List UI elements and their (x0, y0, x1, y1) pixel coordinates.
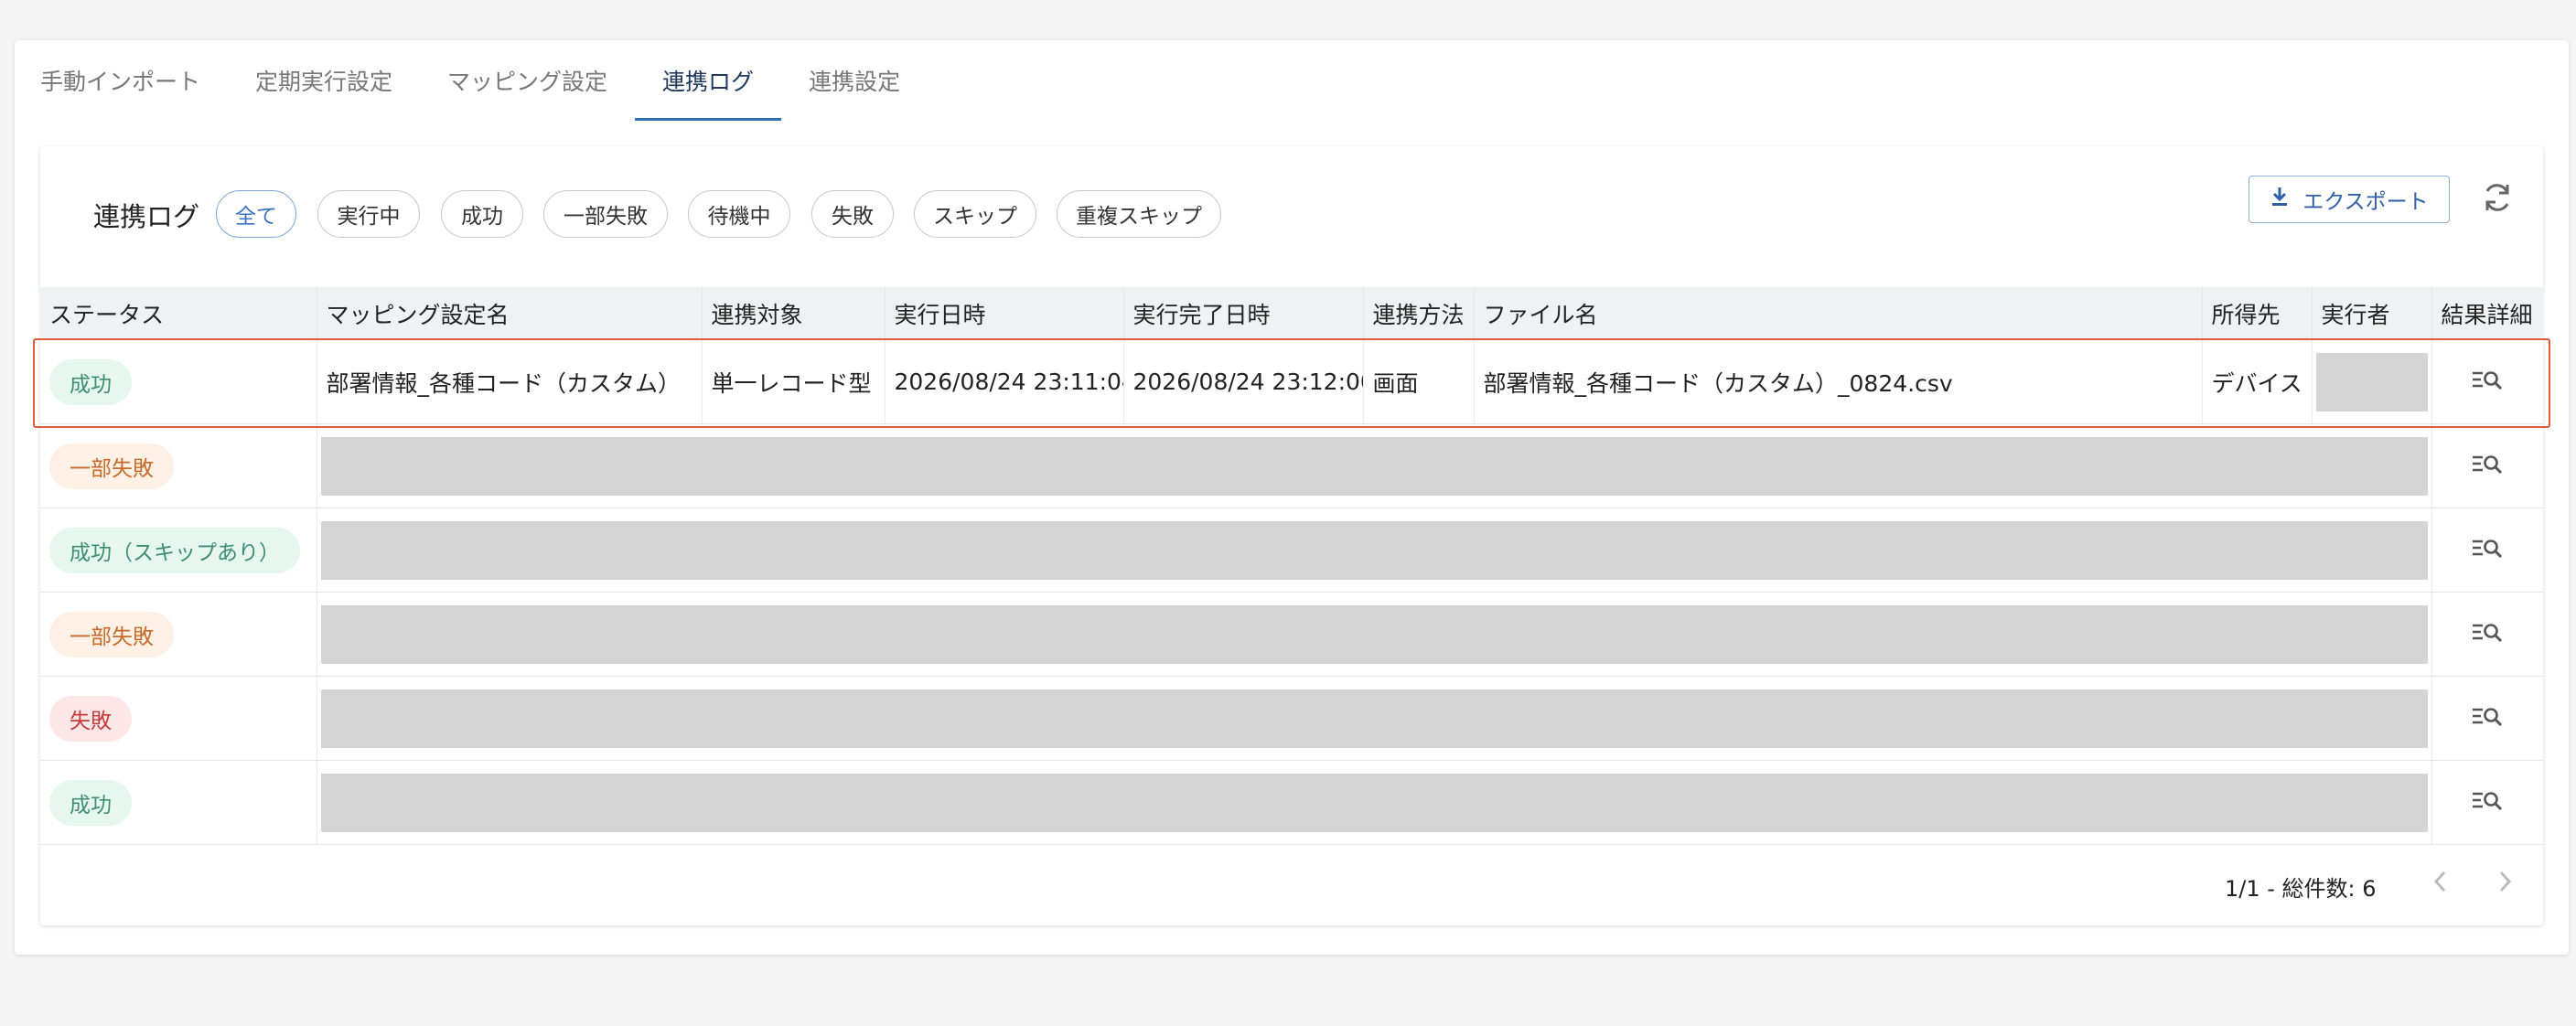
result-detail-icon[interactable] (2469, 702, 2506, 735)
export-button[interactable]: エクスポート (2249, 176, 2450, 223)
status-badge: 失敗 (49, 695, 132, 742)
tab-integration-log[interactable]: 連携ログ (635, 40, 782, 121)
table-row[interactable]: 一部失敗 (40, 592, 2543, 677)
next-page-button[interactable] (2486, 867, 2523, 900)
status-badge: 成功 (49, 779, 132, 826)
cell-detail (2431, 676, 2543, 761)
refresh-icon (2480, 180, 2515, 219)
status-badge: 一部失敗 (49, 611, 174, 657)
column-header-executed-at[interactable]: 実行日時 (885, 287, 1124, 340)
redacted-cells (317, 592, 2432, 677)
column-header-target[interactable]: 連携対象 (702, 287, 886, 340)
column-header-completed-at[interactable]: 実行完了日時 (1123, 287, 1364, 340)
redacted-cells (317, 423, 2432, 508)
table-row[interactable]: 失敗 (40, 676, 2543, 761)
cell-source: デバイス (2202, 340, 2313, 424)
redacted-cells (317, 676, 2432, 761)
column-header-mapping[interactable]: マッピング設定名 (317, 287, 703, 340)
filter-chip-failed[interactable]: 失敗 (811, 190, 894, 238)
cell-detail (2431, 423, 2543, 508)
filter-chip-waiting[interactable]: 待機中 (688, 190, 790, 238)
cell-detail (2431, 760, 2543, 845)
redacted-block (320, 604, 2428, 664)
chevron-right-icon (2496, 869, 2514, 898)
filter-chip-partial-failure[interactable]: 一部失敗 (543, 190, 668, 238)
result-detail-icon[interactable] (2469, 786, 2506, 819)
result-detail-icon[interactable] (2469, 618, 2506, 651)
cell-target: 単一レコード型 (702, 340, 886, 424)
status-badge: 成功（スキップあり） (49, 527, 300, 573)
filter-chip-duplicate-skip[interactable]: 重複スキップ (1057, 190, 1221, 238)
table-row[interactable]: 成功（スキップあり） (40, 508, 2543, 593)
result-detail-icon[interactable] (2469, 534, 2506, 567)
status-badge: 一部失敗 (49, 443, 174, 489)
column-header-executor[interactable]: 実行者 (2312, 287, 2432, 340)
tab-scheduled-run[interactable]: 定期実行設定 (228, 40, 420, 121)
column-header-detail[interactable]: 結果詳細 (2431, 287, 2543, 340)
redacted-block (320, 436, 2428, 496)
filter-chip-all[interactable]: 全て (216, 190, 296, 238)
column-header-method[interactable]: 連携方法 (1363, 287, 1475, 340)
cell-detail (2431, 592, 2543, 677)
tab-bar: 手動インポート 定期実行設定 マッピング設定 連携ログ 連携設定 (15, 40, 928, 121)
table-header-row: ステータス マッピング設定名 連携対象 実行日時 実行完了日時 連携方法 ファイ… (40, 287, 2543, 340)
pagination-summary: 1/1 - 総件数: 6 (2225, 876, 2377, 902)
section-title: 連携ログ (93, 201, 200, 232)
tab-integration-settings[interactable]: 連携設定 (781, 40, 928, 121)
table-row[interactable]: 成功 部署情報_各種コード（カスタム） 単一レコード型 2026/08/24 2… (40, 340, 2543, 424)
cell-mapping: 部署情報_各種コード（カスタム） (317, 340, 703, 424)
filter-chip-running[interactable]: 実行中 (317, 190, 420, 238)
filter-chip-skip[interactable]: スキップ (914, 190, 1036, 238)
cell-completed-at: 2026/08/24 23:12:00 (1123, 340, 1364, 424)
redacted-block (320, 689, 2428, 748)
redacted-cells (317, 508, 2432, 593)
cell-detail (2431, 508, 2543, 593)
column-header-source[interactable]: 所得先 (2202, 287, 2313, 340)
refresh-button[interactable] (2477, 179, 2517, 219)
tab-manual-import[interactable]: 手動インポート (15, 40, 228, 121)
log-card: 連携ログ 全て 実行中 成功 一部失敗 待機中 失敗 スキップ 重複スキップ エ… (40, 146, 2543, 925)
cell-detail (2431, 340, 2543, 424)
filter-chip-success[interactable]: 成功 (441, 190, 523, 238)
export-label: エクスポート (2302, 190, 2429, 214)
cell-file: 部署情報_各種コード（カスタム）_0824.csv (1474, 340, 2203, 424)
download-icon (2270, 186, 2290, 213)
result-detail-icon[interactable] (2469, 450, 2506, 483)
redacted-block (2315, 352, 2428, 411)
cell-executed-at: 2026/08/24 23:11:04 (885, 340, 1124, 424)
tab-mapping-settings[interactable]: マッピング設定 (420, 40, 635, 121)
column-header-file[interactable]: ファイル名 (1474, 287, 2203, 340)
cell-executor (2312, 340, 2432, 424)
column-header-status[interactable]: ステータス (40, 287, 317, 340)
cell-method: 画面 (1363, 340, 1475, 424)
redacted-cells (317, 760, 2432, 845)
table-row[interactable]: 成功 (40, 760, 2543, 845)
redacted-block (320, 520, 2428, 580)
log-table: ステータス マッピング設定名 連携対象 実行日時 実行完了日時 連携方法 ファイ… (40, 287, 2543, 845)
table-row[interactable]: 一部失敗 (40, 423, 2543, 508)
status-badge: 成功 (49, 358, 132, 405)
prev-page-button[interactable] (2422, 867, 2459, 900)
redacted-block (320, 773, 2428, 832)
chevron-left-icon (2431, 869, 2450, 898)
result-detail-icon[interactable] (2469, 366, 2506, 399)
